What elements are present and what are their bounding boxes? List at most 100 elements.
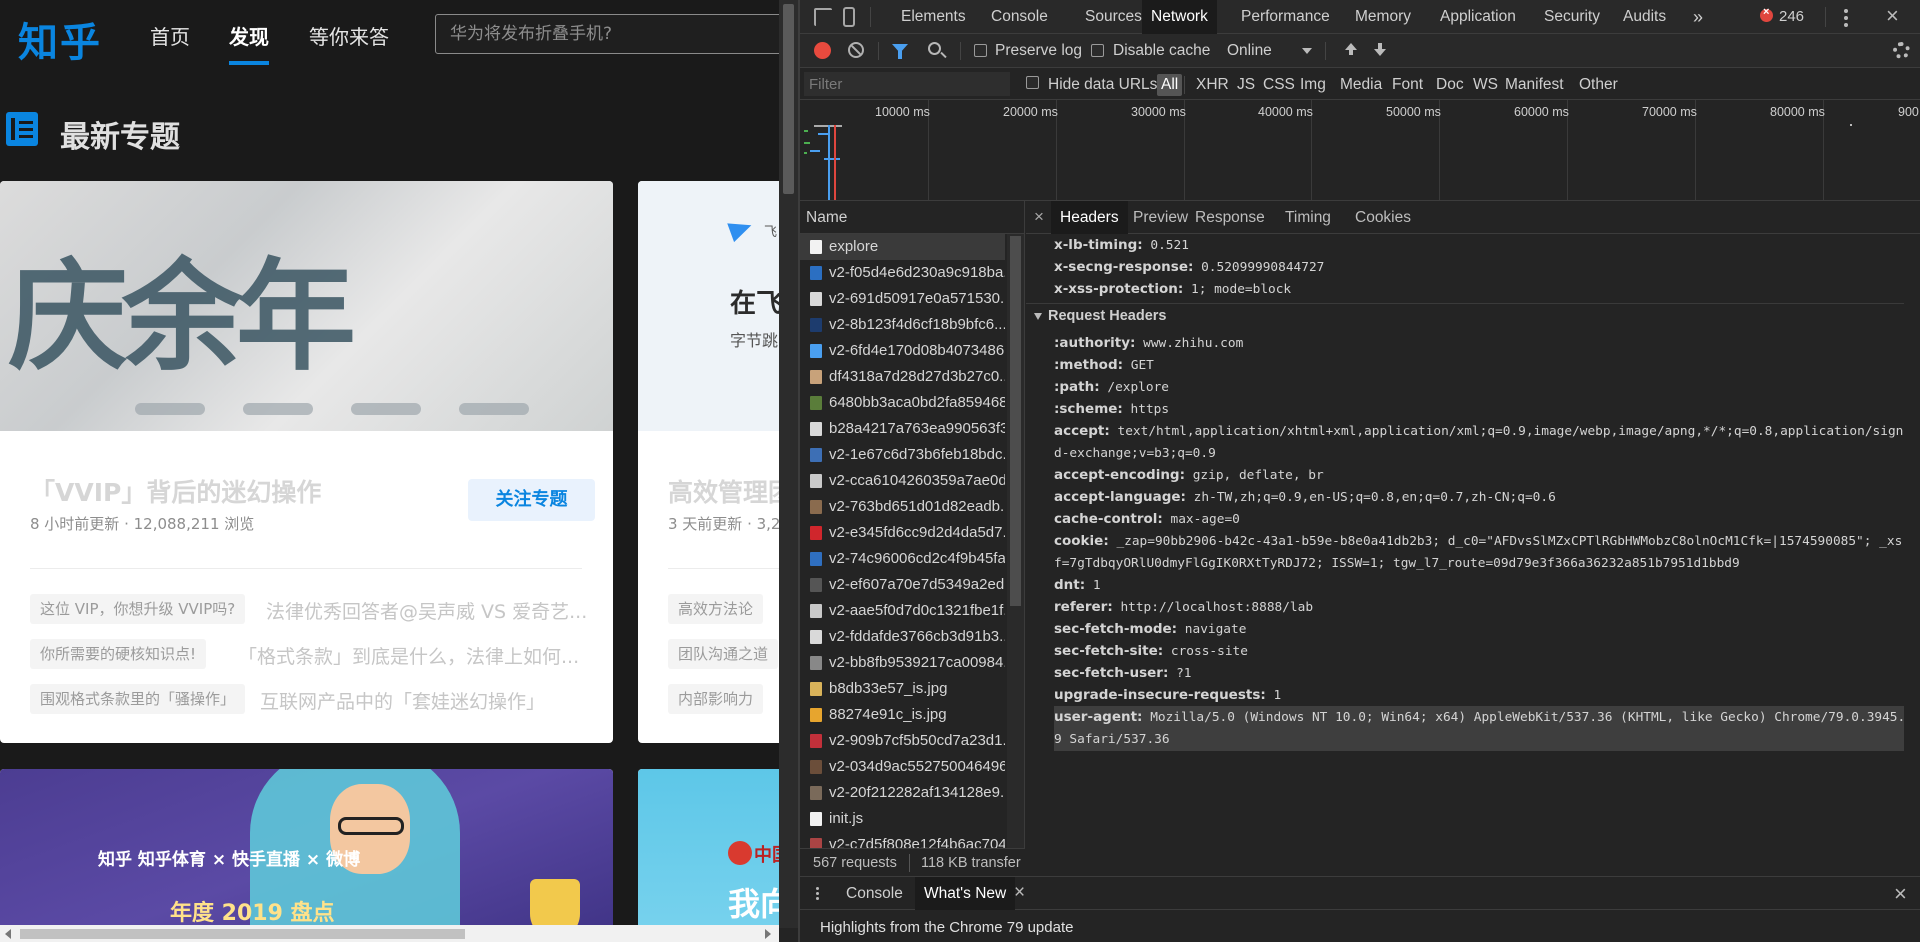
request-row[interactable]: b8db33e57_is.jpg [800, 676, 1005, 702]
request-row[interactable]: v2-8b123f4d6cf18b9bfc6... [800, 312, 1005, 338]
tab-audits[interactable]: Audits [1623, 0, 1666, 34]
chevron-down-icon[interactable] [1302, 48, 1312, 54]
topic-card[interactable]: 庆余年 「VVIP」背后的迷幻操作 8 小时前更新 · 12,088,211 浏… [0, 181, 613, 743]
vertical-scrollbar[interactable] [779, 0, 798, 928]
filter-type-media[interactable]: Media [1340, 74, 1382, 96]
follow-topic-button[interactable]: 关注专题 [468, 479, 595, 521]
hide-data-urls-label[interactable]: Hide data URLs [1048, 74, 1157, 96]
topic-card[interactable]: 飞 在飞 字节跳 高效管理团 3 天前更新 · 3,20 高效方法论 团队沟通之… [638, 181, 779, 743]
tab-network[interactable]: Network [1142, 0, 1217, 34]
topic-banner-image[interactable]: 知乎 知乎体育 × 快手直播 × 微博 年度 2019 盘点 [0, 769, 613, 942]
tab-security[interactable]: Security [1544, 0, 1600, 34]
filter-type-js[interactable]: JS [1237, 74, 1255, 96]
disable-cache-checkbox[interactable] [1091, 44, 1104, 57]
scrollbar-thumb[interactable] [1010, 236, 1021, 606]
topic-banner-image[interactable]: 庆余年 [0, 181, 613, 431]
disable-cache-label[interactable]: Disable cache [1113, 42, 1210, 60]
topic-tag[interactable]: 你所需要的硬核知识点! [30, 639, 207, 669]
request-row[interactable]: v2-fddafde3766cb3d91b3... [800, 624, 1005, 650]
request-row[interactable]: v2-20f212282af134128e9... [800, 780, 1005, 806]
topic-banner-image[interactable]: 中国 我向 [638, 769, 779, 942]
name-column-header[interactable]: Name [800, 201, 1025, 234]
tab-response[interactable]: Response [1186, 201, 1274, 234]
scrollbar-thumb[interactable] [20, 929, 465, 939]
error-icon[interactable] [1760, 6, 1773, 22]
nav-explore[interactable]: 发现 [229, 21, 269, 50]
search-box[interactable] [435, 14, 779, 54]
topic-tag[interactable]: 高效方法论 [668, 594, 764, 624]
request-row[interactable]: df4318a7d28d27d3b27c0... [800, 364, 1005, 390]
filter-input[interactable] [804, 72, 1010, 96]
topic-tag[interactable]: 内部影响力 [668, 684, 764, 714]
more-tabs-icon[interactable]: » [1693, 0, 1703, 34]
topic-link[interactable]: 法律优秀回答者@吴声威 VS 爱奇艺... [266, 597, 587, 624]
preserve-log-checkbox[interactable] [974, 44, 987, 57]
topic-link[interactable]: 互联网产品中的「套娃迷幻操作」 [260, 687, 545, 714]
topic-tag[interactable]: 围观格式条款里的「骚操作」 [30, 684, 246, 714]
request-row[interactable]: v2-cca6104260359a7ae0d... [800, 468, 1005, 494]
filter-type-ws[interactable]: WS [1473, 74, 1498, 96]
tab-memory[interactable]: Memory [1355, 0, 1411, 34]
nav-waiting-answers[interactable]: 等你来答 [309, 21, 389, 50]
request-row[interactable]: init.js [800, 806, 1005, 832]
request-row[interactable]: v2-bb8fb9539217ca00984... [800, 650, 1005, 676]
search-icon[interactable] [928, 42, 941, 55]
topic-tag[interactable]: 这位 VIP，你想升级 VVIP吗? [30, 594, 246, 624]
scroll-left-icon[interactable] [5, 929, 11, 939]
filter-type-font[interactable]: Font [1392, 74, 1423, 96]
request-row[interactable]: v2-763bd651d01d82eadb... [800, 494, 1005, 520]
request-row[interactable]: v2-1e67c6d73b6feb18bdc... [800, 442, 1005, 468]
request-row[interactable]: v2-691d50917e0a571530... [800, 286, 1005, 312]
filter-type-doc[interactable]: Doc [1436, 74, 1464, 96]
tab-timing[interactable]: Timing [1276, 201, 1340, 234]
tab-elements[interactable]: Elements [901, 0, 966, 34]
network-overview-timeline[interactable]: 10000 ms 20000 ms 30000 ms 40000 ms 5000… [800, 100, 1920, 201]
request-row[interactable]: v2-e345fd6cc9d2d4da5d7... [800, 520, 1005, 546]
hide-data-urls-checkbox[interactable] [1026, 76, 1039, 89]
drawer-tab-console[interactable]: Console [837, 877, 912, 910]
request-row[interactable]: v2-034d9ac552750046496... [800, 754, 1005, 780]
scroll-right-icon[interactable] [765, 929, 771, 939]
topic-tag[interactable]: 团队沟通之道 [668, 639, 779, 669]
request-headers-section-toggle[interactable]: Request Headers [1034, 308, 1166, 324]
request-row[interactable]: v2-909b7cf5b50cd7a23d1... [800, 728, 1005, 754]
search-input[interactable] [450, 15, 779, 53]
request-row[interactable]: v2-aae5f0d7d0c1321fbe1f... [800, 598, 1005, 624]
request-row[interactable]: v2-ef607a70e7d5349a2ed... [800, 572, 1005, 598]
export-har-icon[interactable] [1373, 43, 1387, 59]
request-row[interactable]: v2-6fd4e170d08b4073486... [800, 338, 1005, 364]
import-har-icon[interactable] [1344, 43, 1358, 59]
filter-icon[interactable] [892, 44, 908, 59]
tab-headers[interactable]: Headers [1051, 201, 1128, 234]
topic-title[interactable]: 「VVIP」背后的迷幻操作 [30, 473, 321, 509]
clear-icon[interactable] [848, 42, 864, 58]
tab-sources[interactable]: Sources [1085, 0, 1142, 34]
request-row[interactable]: v2-74c96006cd2c4f9b45fa... [800, 546, 1005, 572]
record-icon[interactable] [814, 42, 831, 59]
topic-card[interactable]: 中国 我向 [638, 769, 779, 942]
horizontal-scrollbar[interactable] [0, 925, 779, 942]
topic-card[interactable]: 知乎 知乎体育 × 快手直播 × 微博 年度 2019 盘点 [0, 769, 613, 942]
topic-banner-image[interactable]: 飞 在飞 字节跳 [638, 181, 779, 431]
topic-link[interactable]: 「格式条款」到底是什么，法律上如何... [238, 642, 579, 669]
topic-title[interactable]: 高效管理团 [668, 473, 779, 509]
close-detail-icon[interactable]: × [1034, 207, 1044, 227]
filter-type-manifest[interactable]: Manifest [1505, 74, 1564, 96]
request-row[interactable]: 6480bb3aca0bd2fa859468... [800, 390, 1005, 416]
request-row[interactable]: b28a4217a763ea990563f3... [800, 416, 1005, 442]
inspect-element-icon[interactable] [814, 8, 832, 26]
filter-type-xhr[interactable]: XHR [1196, 74, 1229, 96]
tab-application[interactable]: Application [1440, 0, 1516, 34]
filter-type-img[interactable]: Img [1300, 74, 1326, 96]
error-count[interactable]: 246 [1779, 0, 1804, 34]
filter-type-css[interactable]: CSS [1263, 74, 1295, 96]
request-row[interactable]: explore [800, 234, 1005, 260]
preserve-log-label[interactable]: Preserve log [995, 42, 1082, 60]
filter-type-other[interactable]: Other [1579, 74, 1618, 96]
close-tab-icon[interactable]: × [1014, 882, 1025, 904]
close-drawer-icon[interactable]: × [1894, 881, 1907, 907]
throttling-select[interactable]: Online [1227, 42, 1272, 60]
drawer-tab-whats-new[interactable]: What's New [915, 877, 1016, 910]
zhihu-logo[interactable]: 知乎 [18, 10, 102, 68]
device-toolbar-icon[interactable] [843, 7, 855, 27]
